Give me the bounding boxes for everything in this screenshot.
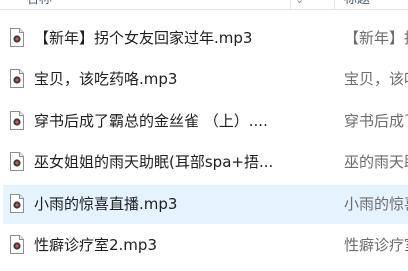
file-name: 小雨的惊喜直播.mp3: [34, 194, 178, 213]
audio-file-icon: [10, 193, 24, 213]
file-row[interactable]: 性癖诊疗室2.mp3 性癖诊疗室2: [0, 225, 408, 266]
file-title: 穿书后成了霸: [344, 111, 408, 130]
file-row[interactable]: 巫女姐姐的雨天助眠(耳部spa+捂... 巫的雨天助眠: [0, 142, 408, 183]
file-name: 性癖诊疗室2.mp3: [34, 235, 157, 254]
audio-file-icon: [10, 28, 24, 47]
file-name: 巫女姐姐的雨天助眠(耳部spa+捂...: [34, 153, 274, 172]
file-row[interactable]: 穿书后成了霸总的金丝雀 （上）.... 穿书后成了霸: [0, 101, 408, 142]
column-divider[interactable]: [334, 0, 335, 9]
file-title: 宝贝，该吃: [344, 70, 408, 89]
column-divider[interactable]: [290, 0, 291, 9]
sort-chevron-icon[interactable]: ⌄: [295, 0, 304, 9]
file-row-selected[interactable]: 小雨的惊喜直播.mp3 小雨的惊喜直: [0, 184, 408, 225]
file-name: 宝贝，该吃药咯.mp3: [34, 70, 178, 89]
audio-file-icon: [10, 110, 24, 130]
column-header: 名称 ⌄ 标题: [0, 0, 408, 10]
file-row[interactable]: 【新年】拐个女友回家过年.mp3 【新年】拐个: [0, 18, 408, 59]
audio-file-icon: [10, 234, 24, 254]
file-title: 性癖诊疗室2: [344, 235, 408, 254]
audio-file-icon: [10, 152, 24, 172]
file-title: 小雨的惊喜直: [344, 194, 408, 213]
file-list: 【新年】拐个女友回家过年.mp3 【新年】拐个 宝贝，该吃药咯.mp3 宝贝，该…: [0, 18, 408, 266]
file-title: 巫的雨天助眠: [344, 153, 408, 172]
column-header-title[interactable]: 标题: [344, 0, 370, 9]
file-name: 穿书后成了霸总的金丝雀 （上）....: [34, 111, 268, 130]
file-name: 【新年】拐个女友回家过年.mp3: [34, 29, 253, 47]
column-header-name[interactable]: 名称: [26, 0, 52, 9]
audio-file-icon: [10, 69, 24, 89]
file-row[interactable]: 宝贝，该吃药咯.mp3 宝贝，该吃: [0, 59, 408, 100]
file-title: 【新年】拐个: [344, 29, 408, 47]
